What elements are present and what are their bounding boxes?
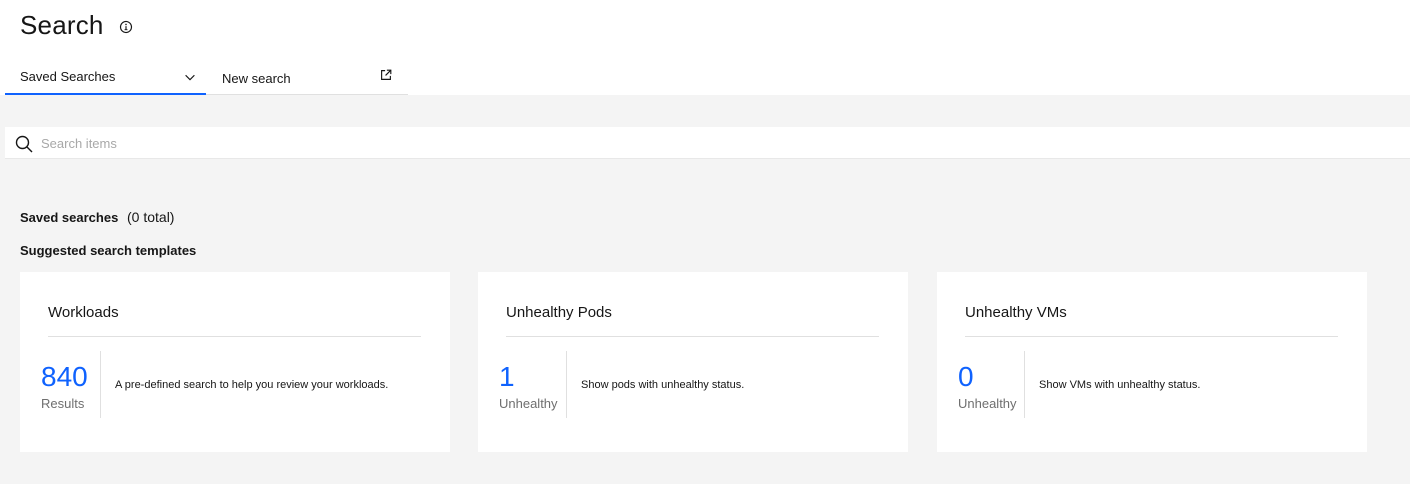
search-icon — [15, 135, 33, 153]
chevron-down-icon[interactable] — [183, 70, 197, 84]
card-count: 0 — [958, 361, 974, 392]
main-content: Saved searches (0 total) Suggested searc… — [0, 95, 1410, 484]
card-count: 1 — [499, 361, 515, 392]
info-icon[interactable] — [118, 19, 134, 35]
saved-searches-heading: Saved searches — [20, 210, 119, 225]
template-card-unhealthy-vms[interactable]: Unhealthy VMs 0 Unhealthy Show VMs with … — [937, 272, 1367, 452]
card-description: A pre-defined search to help you review … — [115, 379, 389, 391]
card-title: Workloads — [48, 304, 119, 321]
tab-new-search-label: New search — [222, 71, 291, 86]
card-count: 840 — [41, 361, 88, 392]
card-title: Unhealthy Pods — [506, 304, 612, 321]
card-count-label: Unhealthy — [499, 396, 558, 411]
tab-new-search[interactable]: New search — [206, 60, 408, 95]
launch-icon[interactable] — [379, 68, 393, 82]
saved-searches-count: (0 total) — [127, 209, 175, 225]
template-card-unhealthy-pods[interactable]: Unhealthy Pods 1 Unhealthy Show pods wit… — [478, 272, 908, 452]
suggested-templates-heading: Suggested search templates — [20, 243, 197, 258]
card-divider — [48, 336, 421, 337]
template-card-workloads[interactable]: Workloads 840 Results A pre-defined sear… — [20, 272, 450, 452]
search-input[interactable] — [41, 127, 1391, 159]
page-header: Search Saved Searches New search — [0, 0, 1410, 95]
card-separator — [566, 351, 567, 418]
card-count-label: Unhealthy — [958, 396, 1017, 411]
card-divider — [965, 336, 1338, 337]
card-description: Show VMs with unhealthy status. — [1039, 379, 1201, 391]
card-count-label: Results — [41, 396, 85, 411]
card-divider — [506, 336, 879, 337]
card-separator — [1024, 351, 1025, 418]
tab-saved-searches[interactable]: Saved Searches — [5, 60, 206, 95]
card-title: Unhealthy VMs — [965, 304, 1067, 321]
card-description: Show pods with unhealthy status. — [581, 379, 745, 391]
tab-saved-searches-label: Saved Searches — [20, 69, 116, 84]
page-title: Search — [20, 10, 104, 40]
search-bar — [5, 127, 1410, 159]
card-separator — [100, 351, 101, 418]
